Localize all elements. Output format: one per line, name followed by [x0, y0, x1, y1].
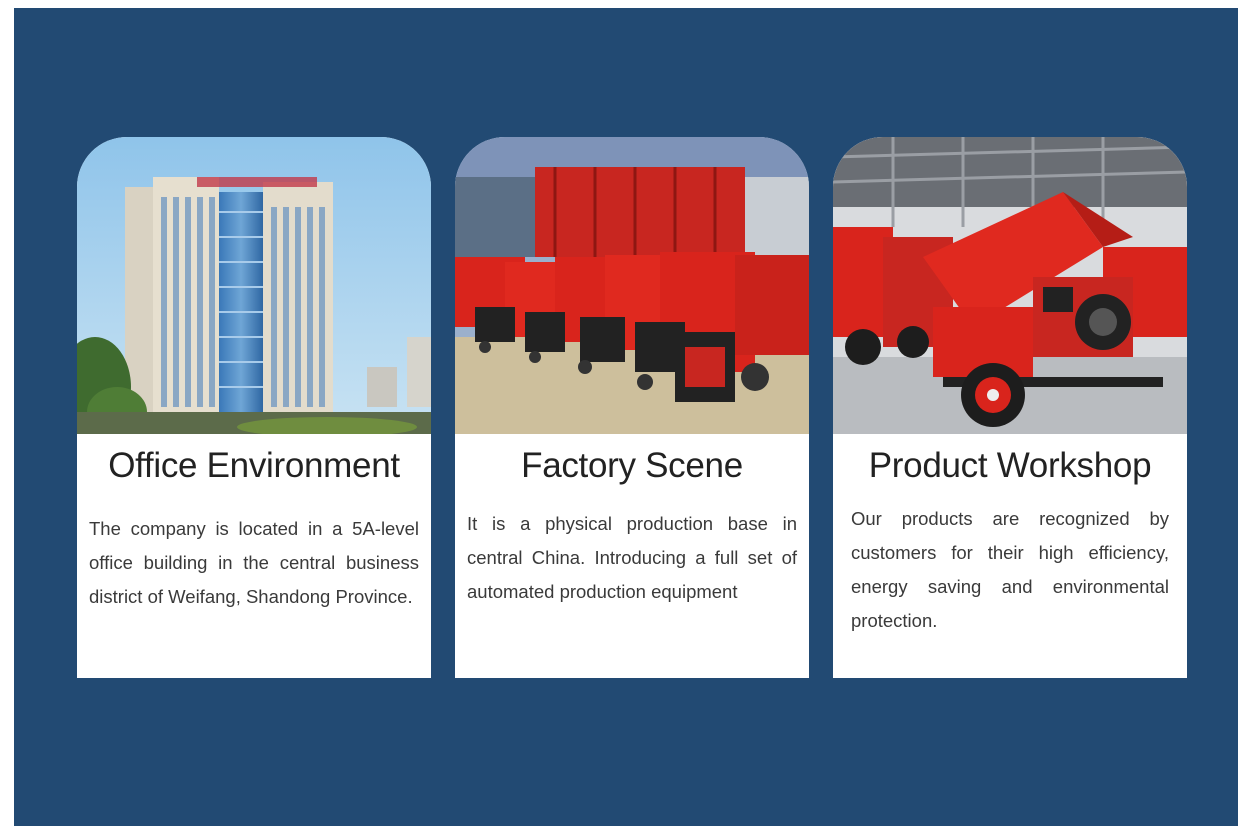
card-office-environment[interactable]: Office Environment The company is locate…: [77, 137, 431, 678]
card-factory-scene[interactable]: Factory Scene It is a physical productio…: [455, 137, 809, 678]
factory-scene-image: [455, 137, 809, 434]
section-background: Office Environment The company is locate…: [14, 8, 1238, 826]
card-description: The company is located in a 5A-level off…: [89, 518, 419, 607]
card-title: Factory Scene: [521, 446, 743, 485]
card-product-workshop[interactable]: Product Workshop Our products are recogn…: [833, 137, 1187, 678]
office-building-image: [77, 137, 431, 434]
card-description: It is a physical production base in cent…: [467, 513, 797, 602]
card-description: Our products are recognized by customers…: [851, 508, 1169, 631]
card-title: Product Workshop: [868, 446, 1152, 485]
card-title: Office Environment: [108, 446, 400, 485]
product-workshop-image: [833, 137, 1187, 434]
